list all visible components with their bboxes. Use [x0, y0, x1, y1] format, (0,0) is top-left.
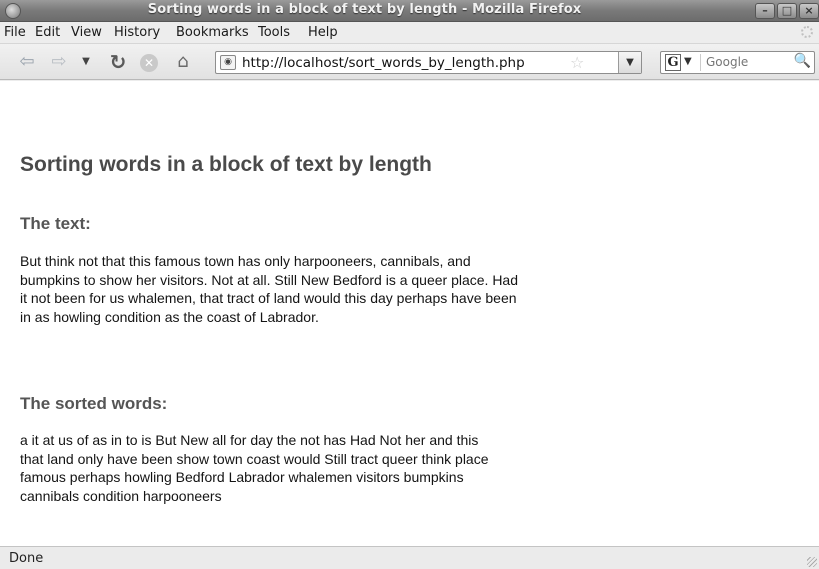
sorted-heading: The sorted words: [20, 394, 168, 413]
search-input[interactable] [706, 55, 786, 69]
page-title: Sorting words in a block of text by leng… [20, 153, 432, 176]
navigation-toolbar: ⇦ ⇨ ▼ ↻ ✕ ⌂ ◉ http://localhost/sort_word… [0, 44, 819, 80]
text-paragraph: But think not that this famous town has … [20, 253, 519, 325]
menu-bookmarks[interactable]: Bookmarks [176, 25, 249, 40]
search-icon[interactable]: 🔍 [794, 53, 811, 69]
reload-icon[interactable]: ↻ [106, 51, 130, 73]
window-title: Sorting words in a block of text by leng… [147, 2, 582, 17]
menu-file[interactable]: File [4, 25, 26, 40]
home-icon[interactable]: ⌂ [171, 51, 195, 73]
maximize-button[interactable]: □ [777, 3, 797, 19]
throbber-icon [801, 26, 813, 38]
menu-help[interactable]: Help [308, 25, 338, 40]
browser-window: Sorting words in a block of text by leng… [0, 0, 819, 569]
url-bar[interactable]: ◉ http://localhost/sort_words_by_length.… [215, 51, 642, 74]
google-icon: G [665, 54, 681, 71]
menu-edit[interactable]: Edit [35, 25, 60, 40]
menu-tools[interactable]: Tools [258, 25, 290, 40]
menu-view[interactable]: View [71, 25, 102, 40]
menu-bar: File Edit View History Bookmarks Tools H… [0, 22, 819, 44]
status-text: Done [9, 551, 44, 566]
back-arrow-icon[interactable]: ⇦ [16, 51, 38, 73]
url-dropdown-icon[interactable]: ▼ [618, 52, 641, 73]
resize-grip[interactable] [807, 557, 817, 567]
chevron-down-icon: ▼ [684, 56, 692, 67]
sorted-paragraph: a it at us of as in to is But New all fo… [20, 432, 489, 504]
menu-history[interactable]: History [114, 25, 160, 40]
page-content: Sorting words in a block of text by leng… [0, 81, 819, 546]
bookmark-star-icon[interactable]: ☆ [570, 53, 584, 72]
page-icon: ◉ [220, 55, 236, 70]
title-bar[interactable]: Sorting words in a block of text by leng… [0, 0, 819, 22]
search-bar[interactable]: G ▼ 🔍 [660, 51, 815, 74]
text-heading: The text: [20, 214, 91, 233]
status-bar: Done [0, 546, 819, 569]
history-dropdown-icon[interactable]: ▼ [79, 51, 93, 73]
close-button[interactable]: × [799, 3, 819, 19]
search-engine-selector[interactable]: G ▼ [663, 54, 701, 71]
minimize-button[interactable]: – [755, 3, 775, 19]
forward-arrow-icon[interactable]: ⇨ [48, 51, 70, 73]
url-text[interactable]: http://localhost/sort_words_by_length.ph… [242, 55, 525, 71]
stop-icon[interactable]: ✕ [140, 54, 158, 72]
